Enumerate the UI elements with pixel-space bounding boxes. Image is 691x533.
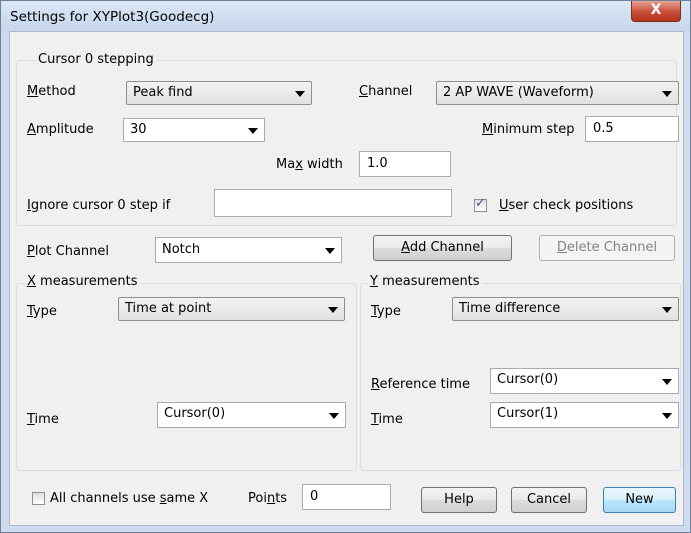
chevron-down-icon [662,379,672,385]
channel-label: Channel [359,84,413,99]
plot-channel-select[interactable]: Notch [155,237,342,263]
add-channel-button[interactable]: Add Channel [373,235,512,261]
y-measurements-title: Y measurements [368,274,482,289]
chevron-down-icon [325,248,335,254]
amplitude-label: Amplitude [27,122,94,137]
chevron-down-icon [662,307,672,313]
chevron-down-icon [329,413,339,419]
title-bar[interactable]: Settings for XYPlot3(Goodecg) X [1,1,690,31]
x-time-label: Time [27,412,59,427]
method-label: Method [27,84,76,99]
reference-time-label: Reference time [371,377,470,392]
x-type-value: Time at point [125,301,212,316]
chevron-down-icon [248,128,258,134]
y-type-value: Time difference [459,301,561,316]
window-title: Settings for XYPlot3(Goodecg) [10,9,215,25]
method-value: Peak find [133,85,193,100]
points-label: Points [248,491,288,506]
y-type-select[interactable]: Time difference [452,297,679,321]
help-button[interactable]: Help [421,487,497,513]
amplitude-value: 30 [130,122,147,137]
user-check-checkbox[interactable]: ✓ [474,196,487,212]
max-width-input[interactable]: 1.0 [359,151,451,177]
chevron-down-icon [662,413,672,419]
amplitude-select[interactable]: 30 [123,118,265,142]
method-select[interactable]: Peak find [126,81,312,105]
same-x-label: All channels use same X [50,491,209,506]
y-type-label: Type [371,304,401,319]
minimum-step-input[interactable]: 0.5 [585,116,679,142]
dialog-body: Cursor 0 stepping Method Peak find Chann… [9,31,684,526]
x-measurements-title: X measurements [25,274,140,289]
reference-time-select[interactable]: Cursor(0) [490,368,679,394]
chevron-down-icon [295,91,305,97]
settings-dialog: Settings for XYPlot3(Goodecg) X Cursor 0… [0,0,691,533]
x-type-label: Type [27,304,57,319]
cancel-button[interactable]: Cancel [511,487,587,513]
y-time-label: Time [371,412,403,427]
y-time-value: Cursor(1) [497,406,559,421]
points-input[interactable]: 0 [302,484,391,510]
chevron-down-icon [662,91,672,97]
channel-value: 2 AP WAVE (Waveform) [443,85,594,100]
channel-select[interactable]: 2 AP WAVE (Waveform) [436,81,679,105]
y-time-select[interactable]: Cursor(1) [490,402,679,428]
ignore-label: Ignore cursor 0 step if [27,198,171,213]
reference-time-value: Cursor(0) [497,372,559,387]
ignore-input[interactable] [214,189,452,217]
plot-channel-label: Plot Channel [27,244,110,259]
same-x-checkbox[interactable] [32,492,45,505]
delete-channel-button[interactable]: Delete Channel [539,235,675,261]
max-width-label: Max width [276,157,343,172]
checkmark-icon: ✓ [475,196,486,211]
close-icon: X [650,2,662,18]
plot-channel-value: Notch [162,242,201,257]
x-type-select[interactable]: Time at point [118,297,345,321]
user-check-label: User check positions [499,198,634,213]
x-time-select[interactable]: Cursor(0) [157,402,346,428]
new-button[interactable]: New [603,487,676,513]
cursor-stepping-title: Cursor 0 stepping [36,52,156,67]
minimum-step-label: Minimum step [482,122,575,137]
close-button[interactable]: X [631,1,681,22]
x-time-value: Cursor(0) [164,406,226,421]
chevron-down-icon [328,307,338,313]
